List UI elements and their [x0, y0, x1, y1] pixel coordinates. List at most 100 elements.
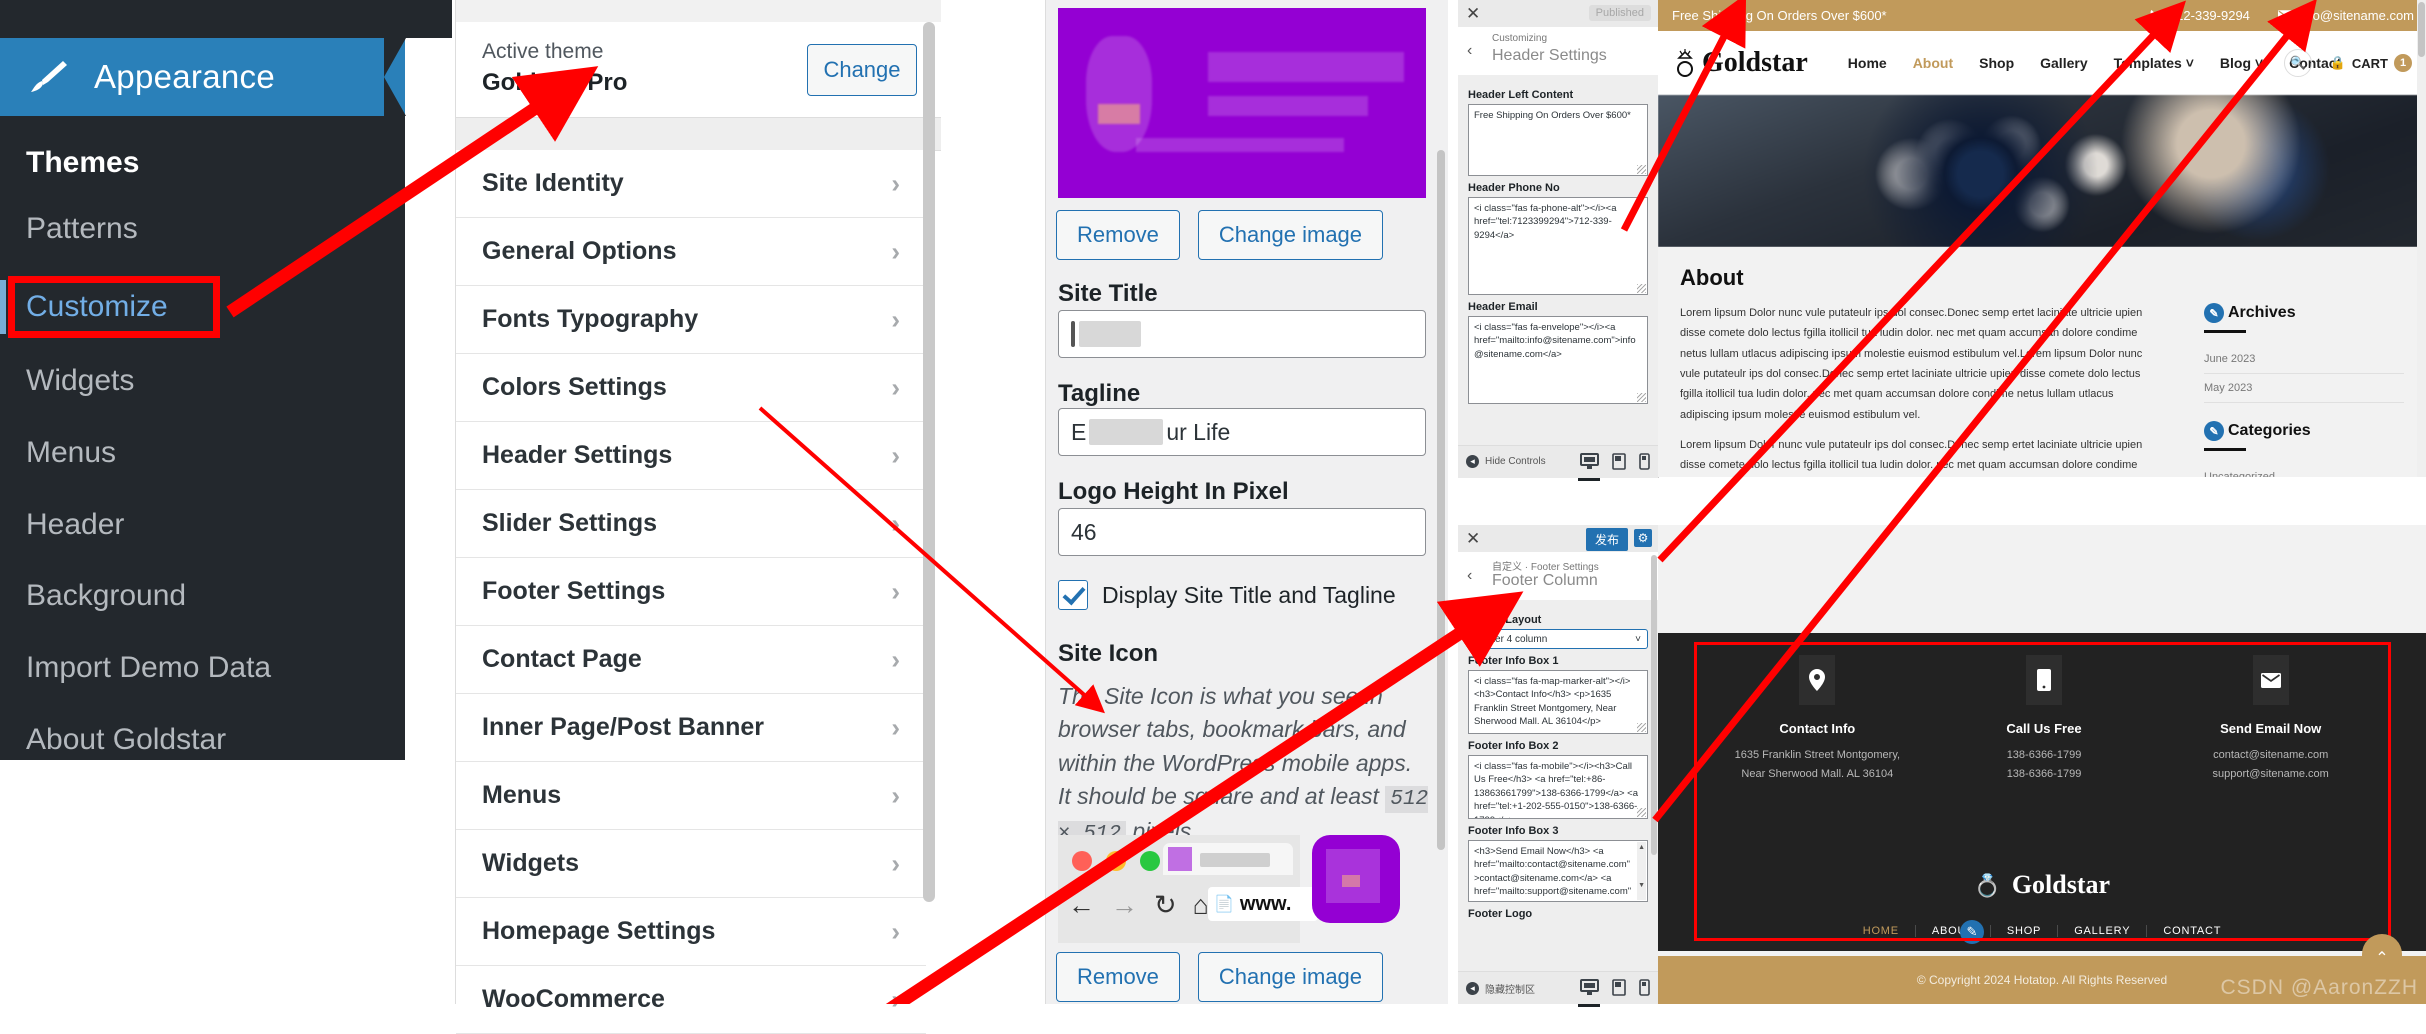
footer-box-line[interactable]: contact@sitename.com [2157, 746, 2384, 765]
logo-height-input[interactable]: 46 [1058, 508, 1426, 556]
footer-info-box-1-textarea[interactable]: <i class="fas fa-map-marker-alt"></i><h3… [1468, 670, 1648, 734]
customizer-section-list: Active theme Goldstar Pro Change Site Id… [455, 0, 941, 1034]
footer-box-line[interactable]: 138-6366-1799 [1931, 765, 2158, 784]
header-phone-textarea[interactable]: <i class="fas fa-phone-alt"></i><a href=… [1468, 197, 1648, 295]
section-contact-page[interactable]: Contact Page › [456, 626, 926, 694]
mobile-icon[interactable] [1639, 453, 1650, 475]
footer-nav-gallery[interactable]: GALLERY [2058, 925, 2148, 937]
sidebar-label: About Goldstar [26, 723, 227, 756]
logo-remove-button[interactable]: Remove [1056, 210, 1180, 260]
display-title-tagline-checkbox[interactable]: Display Site Title and Tagline [1058, 580, 1396, 610]
nav-item-blog[interactable]: Blog ˅ [2220, 55, 2263, 71]
site-title-input[interactable] [1058, 310, 1426, 358]
section-fonts-typography[interactable]: Fonts Typography › [456, 286, 926, 354]
preview-email[interactable]: info@sitename.com [2277, 8, 2414, 23]
back-to-top-button[interactable]: ⌃ [2362, 934, 2402, 974]
tablet-icon[interactable] [1612, 979, 1626, 1001]
footer-box-line: Near Sherwood Mall. AL 36104 [1741, 767, 1894, 780]
site-icon-remove-button[interactable]: Remove [1056, 952, 1180, 1002]
publish-button[interactable]: 发布 [1585, 528, 1628, 551]
footer-info-box-3-textarea[interactable]: <h3>Send Email Now</h3> <a href="mailto:… [1468, 840, 1648, 902]
nav-item-home[interactable]: Home [1848, 55, 1887, 71]
section-header-settings[interactable]: Header Settings › [456, 422, 926, 490]
cart-button[interactable]: 🔒 CART 1 [2330, 54, 2412, 72]
resize-grip-icon[interactable] [1637, 723, 1646, 732]
widget-title: Archives [2228, 304, 2296, 321]
site-identity-scrollbar[interactable] [1437, 150, 1445, 850]
section-menus[interactable]: Menus › [456, 762, 926, 830]
sidebar-item-customize[interactable]: Customize [0, 274, 405, 340]
site-icon-change-image-button[interactable]: Change image [1197, 952, 1384, 1002]
section-footer-settings[interactable]: Footer Settings › [456, 558, 926, 626]
footer-box-line[interactable]: support@sitename.com [2157, 765, 2384, 784]
scroll-down-icon[interactable]: ▼ [1638, 881, 1645, 891]
sidebar-item-menus[interactable]: Menus [0, 420, 405, 486]
preview-scrollbar[interactable] [2417, 0, 2426, 477]
sidebar-item-background[interactable]: Background [0, 563, 405, 629]
section-general-options[interactable]: General Options › [456, 218, 926, 286]
tagline-input[interactable]: Eur Life [1058, 408, 1426, 456]
published-button[interactable]: Published [1588, 5, 1651, 21]
resize-grip-icon[interactable] [1637, 393, 1646, 402]
desktop-icon[interactable] [1578, 979, 1600, 1007]
change-theme-button[interactable]: Change [807, 44, 917, 96]
footer-logo[interactable]: 💍 Goldstar [1658, 870, 2426, 900]
back-chevron-icon[interactable]: ‹ [1467, 42, 1472, 60]
footer-info-box-2-textarea[interactable]: <i class="fas fa-mobile"></i><h3>Call Us… [1468, 755, 1648, 819]
hide-controls-button[interactable]: ◂ 隐藏控制区 [1466, 981, 1535, 996]
sidebar-item-widgets[interactable]: Widgets [0, 348, 405, 414]
header-left-content-textarea[interactable]: Free Shipping On Orders Over $600* [1468, 104, 1648, 176]
resize-grip-icon[interactable] [1637, 808, 1646, 817]
sidebar-item-patterns[interactable]: Patterns [0, 196, 405, 262]
scroll-up-icon[interactable]: ▲ [1638, 843, 1645, 853]
edit-pencil-icon[interactable]: ✎ [2204, 421, 2224, 441]
footer-nav-contact[interactable]: CONTACT [2147, 925, 2237, 937]
archive-item[interactable]: June 2023 [2204, 345, 2404, 374]
sidebar-item-themes[interactable]: Themes [0, 130, 405, 196]
edit-pencil-icon[interactable]: ✎ [1960, 920, 1984, 944]
footer-layout-select[interactable]: Footer 4 column ˅ [1468, 629, 1648, 649]
close-icon[interactable]: ✕ [1466, 5, 1480, 22]
nav-item-gallery[interactable]: Gallery [2040, 55, 2087, 71]
section-widgets[interactable]: Widgets › [456, 830, 926, 898]
hide-controls-button[interactable]: ◂ Hide Controls [1466, 455, 1546, 468]
resize-grip-icon[interactable] [1637, 284, 1646, 293]
search-icon[interactable]: 🔍 [2283, 49, 2312, 77]
nav-item-templates[interactable]: Templates ˅ [2114, 55, 2194, 71]
site-icon-help-text: The Site Icon is what you see in browser… [1058, 680, 1430, 851]
close-icon[interactable]: ✕ [1466, 530, 1480, 547]
edit-pencil-icon[interactable]: ✎ [2204, 303, 2224, 323]
archive-item[interactable]: May 2023 [2204, 374, 2404, 403]
footer-nav-shop[interactable]: SHOP [1991, 925, 2059, 937]
sidebar-item-about-goldstar[interactable]: About Goldstar [0, 707, 405, 773]
nav-item-about[interactable]: About [1913, 55, 1953, 71]
sidebar-label: Widgets [26, 364, 135, 397]
tablet-icon[interactable] [1612, 453, 1626, 475]
appearance-menu-header[interactable]: Appearance [0, 38, 406, 116]
sidebar-item-header[interactable]: Header [0, 492, 405, 558]
section-woocommerce[interactable]: WooCommerce › [456, 966, 926, 1034]
section-list-scrollbar[interactable] [923, 22, 935, 902]
desktop-icon[interactable] [1578, 453, 1600, 481]
category-item[interactable]: Uncategorized [2204, 463, 2404, 477]
section-label: Slider Settings [482, 509, 658, 537]
footer-info-box-1-label: Footer Info Box 1 [1468, 655, 1559, 667]
header-email-textarea[interactable]: <i class="fas fa-envelope"></i><a href="… [1468, 316, 1648, 404]
mobile-icon[interactable] [1639, 979, 1650, 1001]
logo-change-image-button[interactable]: Change image [1197, 210, 1384, 260]
preview-phone[interactable]: 712-339-9294 [2149, 8, 2250, 23]
section-homepage-settings[interactable]: Homepage Settings › [456, 898, 926, 966]
preview-logo[interactable]: Goldstar [1674, 47, 1808, 79]
section-colors-settings[interactable]: Colors Settings › [456, 354, 926, 422]
back-chevron-icon[interactable]: ‹ [1467, 567, 1472, 585]
gear-icon[interactable]: ⚙ [1634, 529, 1652, 547]
footer-box-line[interactable]: 138-6366-1799 [1931, 746, 2158, 765]
sidebar-item-import-demo-data[interactable]: Import Demo Data [0, 635, 405, 701]
section-slider-settings[interactable]: Slider Settings › [456, 490, 926, 558]
footer-panel-scrollbar[interactable] [1651, 555, 1657, 855]
section-site-identity[interactable]: Site Identity › [456, 150, 926, 218]
nav-item-shop[interactable]: Shop [1979, 55, 2014, 71]
section-inner-page-post-banner[interactable]: Inner Page/Post Banner › [456, 694, 926, 762]
resize-grip-icon[interactable] [1637, 165, 1646, 174]
footer-nav-home[interactable]: HOME [1847, 925, 1916, 937]
